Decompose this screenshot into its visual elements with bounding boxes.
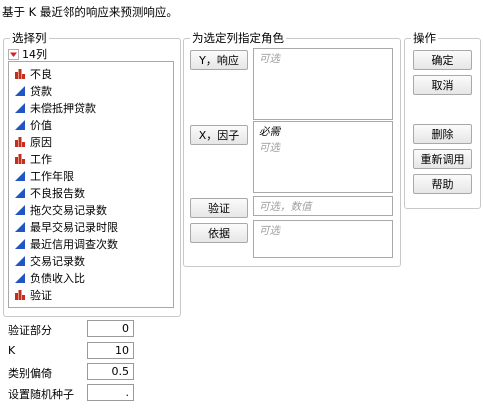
continuous-triangle-icon xyxy=(15,255,25,266)
column-count-disclosure[interactable]: 14列 xyxy=(8,46,47,62)
column-item[interactable]: 工作 xyxy=(9,150,173,167)
category-bias-label: 类别偏倚 xyxy=(8,367,52,380)
column-item[interactable]: 贷款 xyxy=(9,82,173,99)
column-name: 最近信用调查次数 xyxy=(30,237,118,251)
column-name: 不良 xyxy=(30,67,52,81)
column-item[interactable]: 价值 xyxy=(9,116,173,133)
help-button[interactable]: 帮助 xyxy=(413,174,472,194)
dialog-description: 基于 K 最近邻的响应来预测响应。 xyxy=(2,5,178,19)
action-legend: 操作 xyxy=(413,31,436,45)
nominal-bar-icon xyxy=(15,136,25,147)
column-item[interactable]: 工作年限 xyxy=(9,167,173,184)
validation-placeholder: 可选，数值 xyxy=(259,201,312,213)
nominal-bar-icon xyxy=(15,289,25,300)
continuous-triangle-icon xyxy=(15,238,25,249)
column-count-label: 14列 xyxy=(22,48,47,61)
remove-button[interactable]: 删除 xyxy=(413,124,472,144)
validation-button[interactable]: 验证 xyxy=(190,198,248,218)
column-item[interactable]: 不良报告数 xyxy=(9,184,173,201)
column-name: 验证 xyxy=(30,288,52,302)
x-factor-dropzone[interactable]: 必需 可选 xyxy=(253,121,393,193)
column-list-items: 不良贷款未偿抵押贷款 价值原因工作工作年限不良报告数拖欠交易记录数 最早交易记录时限… xyxy=(9,65,173,303)
continuous-triangle-icon xyxy=(15,204,25,215)
by-placeholder: 可选 xyxy=(259,225,280,237)
y-response-button[interactable]: Y，响应 xyxy=(190,50,248,70)
column-list[interactable]: 不良贷款未偿抵押贷款 价值原因工作工作年限不良报告数拖欠交易记录数 最早交易记录时限… xyxy=(8,61,174,308)
column-name: 工作 xyxy=(30,152,52,166)
column-item[interactable]: 原因 xyxy=(9,133,173,150)
cancel-button[interactable]: 取消 xyxy=(413,75,472,95)
column-name: 贷款 xyxy=(30,84,52,98)
column-name: 最早交易记录时限 xyxy=(30,220,118,234)
nominal-bar-icon xyxy=(15,68,25,79)
cast-roles-legend: 为选定列指定角色 xyxy=(192,31,284,45)
column-name: 不良报告数 xyxy=(30,186,85,200)
category-bias-input[interactable] xyxy=(87,363,134,380)
column-item[interactable]: 未偿抵押贷款 xyxy=(9,99,173,116)
column-item[interactable]: 验证 xyxy=(9,286,173,303)
continuous-triangle-icon xyxy=(15,102,25,113)
ok-button[interactable]: 确定 xyxy=(413,50,472,70)
column-item[interactable]: 交易记录数 xyxy=(9,252,173,269)
continuous-triangle-icon xyxy=(15,119,25,130)
recall-button[interactable]: 重新调用 xyxy=(413,149,472,169)
column-item[interactable]: 拖欠交易记录数 xyxy=(9,201,173,218)
by-button[interactable]: 依据 xyxy=(190,223,248,243)
validation-portion-label: 验证部分 xyxy=(8,324,52,337)
nominal-bar-icon xyxy=(15,153,25,164)
k-label: K xyxy=(8,344,16,357)
continuous-triangle-icon xyxy=(15,221,25,232)
column-item[interactable]: 不良 xyxy=(9,65,173,82)
x-factor-placeholder: 可选 xyxy=(259,142,280,154)
column-name: 价值 xyxy=(30,118,52,132)
column-name: 未偿抵押贷款 xyxy=(30,101,96,115)
disclosure-triangle-icon xyxy=(8,48,19,60)
continuous-triangle-icon xyxy=(15,272,25,283)
column-name: 工作年限 xyxy=(30,169,74,183)
column-name: 交易记录数 xyxy=(30,254,85,268)
column-item[interactable]: 最早交易记录时限 xyxy=(9,218,173,235)
random-seed-label: 设置随机种子 xyxy=(8,388,74,401)
k-input[interactable] xyxy=(87,342,134,359)
by-dropzone[interactable]: 可选 xyxy=(253,220,393,258)
column-name: 原因 xyxy=(30,135,52,149)
x-factor-button[interactable]: X，因子 xyxy=(190,125,248,145)
y-response-dropzone[interactable]: 可选 xyxy=(253,48,393,120)
continuous-triangle-icon xyxy=(15,187,25,198)
x-factor-required: 必需 xyxy=(259,126,280,138)
column-item[interactable]: 最近信用调查次数 xyxy=(9,235,173,252)
select-columns-legend: 选择列 xyxy=(12,31,47,45)
validation-dropzone[interactable]: 可选，数值 xyxy=(253,196,393,216)
y-response-placeholder: 可选 xyxy=(259,53,280,65)
column-name: 负债收入比 xyxy=(30,271,85,285)
column-name: 拖欠交易记录数 xyxy=(30,203,107,217)
continuous-triangle-icon xyxy=(15,85,25,96)
random-seed-input[interactable] xyxy=(87,384,134,401)
column-item[interactable]: 负债收入比 xyxy=(9,269,173,286)
continuous-triangle-icon xyxy=(15,170,25,181)
validation-portion-input[interactable] xyxy=(87,320,134,337)
